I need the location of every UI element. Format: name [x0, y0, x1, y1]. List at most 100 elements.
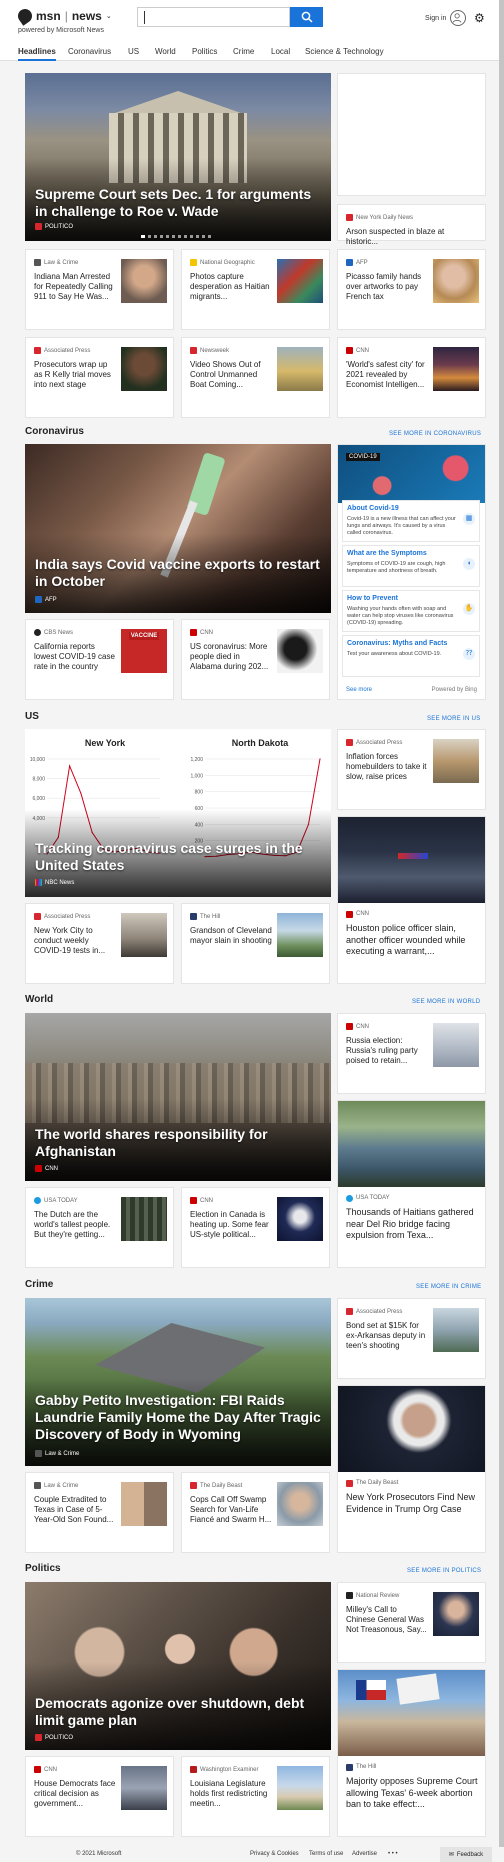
covid-see-more[interactable]: See more — [346, 687, 372, 693]
hero-title[interactable]: India says Covid vaccine exports to rest… — [35, 556, 325, 590]
avatar-icon[interactable] — [450, 10, 466, 26]
politics-hero-card[interactable]: Democrats agonize over shutdown, debt li… — [25, 1582, 331, 1750]
story-image — [338, 1386, 485, 1472]
more-menu-icon[interactable]: • • • — [388, 1851, 398, 1857]
story-card[interactable]: Associated Press Bond set at $15K for ex… — [337, 1298, 486, 1379]
us-hero-card[interactable]: New York North Dakota 10,0008,0006,0004,… — [25, 729, 331, 897]
footer-link-advertise[interactable]: Advertise — [352, 1851, 377, 1857]
msn-logo[interactable]: msn | news ⌄ — [15, 6, 112, 26]
covid-item[interactable]: How to Prevent Washing your hands often … — [342, 590, 480, 632]
story-title: US coronavirus: More people died in Alab… — [190, 642, 269, 671]
section-heading-us: US — [25, 711, 39, 722]
story-card[interactable]: CNN Election in Canada is heating up. So… — [181, 1187, 330, 1268]
search-icon — [301, 11, 313, 23]
story-card[interactable]: CNN House Democrats face critical decisi… — [25, 1756, 174, 1837]
see-more-us[interactable]: SEE MORE IN US — [427, 716, 481, 722]
y-tick-label: 1,000 — [190, 773, 203, 779]
hero-title[interactable]: Supreme Court sets Dec. 1 for arguments … — [35, 186, 325, 220]
section-heading-politics: Politics — [25, 1563, 61, 1574]
story-card[interactable]: Associated Press Prosecutors wrap up as … — [25, 337, 174, 418]
story-title: California reports lowest COVID-19 case … — [34, 642, 115, 671]
world-hero-card[interactable]: The world shares responsibility for Afgh… — [25, 1013, 331, 1181]
story-card[interactable]: Law & Crime Couple Extradited to Texas i… — [25, 1472, 174, 1553]
tab-crime[interactable]: Crime — [233, 47, 254, 56]
newsweek-icon — [190, 347, 197, 354]
story-thumbnail — [277, 913, 323, 957]
story-source: CNN — [34, 1766, 57, 1773]
story-card[interactable]: CNN 'World's safest city' for 2021 revea… — [337, 337, 486, 418]
top-hero-card[interactable]: Supreme Court sets Dec. 1 for arguments … — [25, 73, 331, 241]
story-thumbnail — [433, 1023, 479, 1067]
story-card[interactable]: Newsweek Video Shows Out of Control Unma… — [181, 337, 330, 418]
story-image — [338, 1101, 485, 1187]
crime-hero-card[interactable]: Gabby Petito Investigation: FBI Raids La… — [25, 1298, 331, 1466]
nationalreview-icon — [346, 1592, 353, 1599]
story-thumbnail — [433, 347, 479, 391]
washexaminer-icon — [190, 1766, 197, 1773]
story-card-large[interactable]: CNN Houston police officer slain, anothe… — [337, 816, 486, 984]
hero-title[interactable]: The world shares responsibility for Afgh… — [35, 1126, 325, 1160]
footer-link-privacy[interactable]: Privacy & Cookies — [250, 1851, 299, 1857]
carousel-dots[interactable] — [141, 235, 211, 238]
story-card[interactable]: CBS News California reports lowest COVID… — [25, 619, 174, 700]
story-card[interactable]: The Hill Grandson of Cleveland mayor sla… — [181, 903, 330, 984]
story-card[interactable]: Law & Crime Indiana Man Arrested for Rep… — [25, 249, 174, 330]
story-card-large[interactable]: The Daily Beast New York Prosecutors Fin… — [337, 1385, 486, 1553]
story-card[interactable]: National Review Milley's Call to Chinese… — [337, 1582, 486, 1663]
search-button[interactable] — [290, 7, 323, 27]
tab-us[interactable]: US — [128, 47, 139, 56]
see-more-coronavirus[interactable]: SEE MORE IN CORONAVIRUS — [389, 431, 481, 437]
story-thumbnail: VACCINE — [121, 629, 167, 673]
tab-science-technology[interactable]: Science & Technology — [305, 47, 384, 56]
story-source: AFP — [346, 259, 368, 266]
tab-coronavirus[interactable]: Coronavirus — [68, 47, 111, 56]
covid-item[interactable]: About Covid-19 Covid-19 is a new illness… — [342, 500, 480, 542]
story-card[interactable]: USA TODAY The Dutch are the world's tall… — [25, 1187, 174, 1268]
tab-politics[interactable]: Politics — [192, 47, 217, 56]
see-more-world[interactable]: SEE MORE IN WORLD — [412, 999, 480, 1005]
hero-title[interactable]: Democrats agonize over shutdown, debt li… — [35, 1695, 325, 1729]
story-title: New York Prosecutors Find New Evidence i… — [346, 1492, 476, 1514]
covid-item[interactable]: Coronavirus: Myths and Facts Test your a… — [342, 635, 480, 677]
story-card[interactable]: Associated Press Inflation forces homebu… — [337, 729, 486, 810]
story-source: CNN — [346, 347, 369, 354]
story-source: Associated Press — [346, 739, 402, 746]
story-title: Thousands of Haitians gathered near Del … — [346, 1207, 474, 1240]
gear-icon[interactable]: ⚙ — [474, 12, 485, 24]
ap-icon — [346, 1308, 353, 1315]
feedback-button[interactable]: ✉ Feedback — [440, 1847, 492, 1862]
story-title: Couple Extradited to Texas in Case of 5-… — [34, 1495, 114, 1524]
protest-sign — [396, 1673, 440, 1705]
tab-world[interactable]: World — [155, 47, 176, 56]
story-card[interactable]: The Daily Beast Cops Call Off Swamp Sear… — [181, 1472, 330, 1553]
tab-local[interactable]: Local — [271, 47, 290, 56]
chevron-down-icon[interactable]: ⌄ — [106, 12, 112, 20]
story-card-large[interactable]: USA TODAY Thousands of Haitians gathered… — [337, 1100, 486, 1268]
covid-item[interactable]: What are the Symptoms Symptoms of COVID-… — [342, 545, 480, 587]
story-card[interactable]: CNN Russia election: Russia's ruling par… — [337, 1013, 486, 1094]
story-card[interactable]: Washington Examiner Louisiana Legislatur… — [181, 1756, 330, 1837]
see-more-politics[interactable]: SEE MORE IN POLITICS — [407, 1568, 481, 1574]
story-source: Associated Press — [346, 1308, 402, 1315]
see-more-crime[interactable]: SEE MORE IN CRIME — [416, 1284, 481, 1290]
sign-in-link[interactable]: Sign in — [425, 15, 446, 22]
story-card[interactable]: Associated Press New York City to conduc… — [25, 903, 174, 984]
coronavirus-hero-card[interactable]: India says Covid vaccine exports to rest… — [25, 444, 331, 613]
afp-icon — [346, 259, 353, 266]
story-card[interactable]: CNN US coronavirus: More people died in … — [181, 619, 330, 700]
search-input[interactable] — [137, 7, 290, 27]
footer-link-terms[interactable]: Terms of use — [309, 1851, 343, 1857]
story-source: Associated Press — [34, 913, 90, 920]
story-card-large[interactable]: The Hill Majority opposes Supreme Court … — [337, 1669, 486, 1837]
tab-headlines[interactable]: Headlines — [18, 47, 56, 61]
covid-item-title: Coronavirus: Myths and Facts — [347, 640, 448, 647]
story-source: The Daily Beast — [346, 1480, 398, 1487]
page-scrollbar[interactable] — [499, 0, 504, 1862]
story-card[interactable]: AFP Picasso family hands over artworks t… — [337, 249, 486, 330]
story-card[interactable]: National Geographic Photos capture despe… — [181, 249, 330, 330]
story-source: USA TODAY — [34, 1197, 78, 1204]
story-title: Milley's Call to Chinese General Was Not… — [346, 1605, 427, 1634]
hero-title[interactable]: Gabby Petito Investigation: FBI Raids La… — [35, 1392, 327, 1443]
side-story-card[interactable]: New York Daily News Arson suspected in b… — [337, 204, 486, 246]
hero-title[interactable]: Tracking coronavirus case surges in the … — [35, 840, 325, 874]
